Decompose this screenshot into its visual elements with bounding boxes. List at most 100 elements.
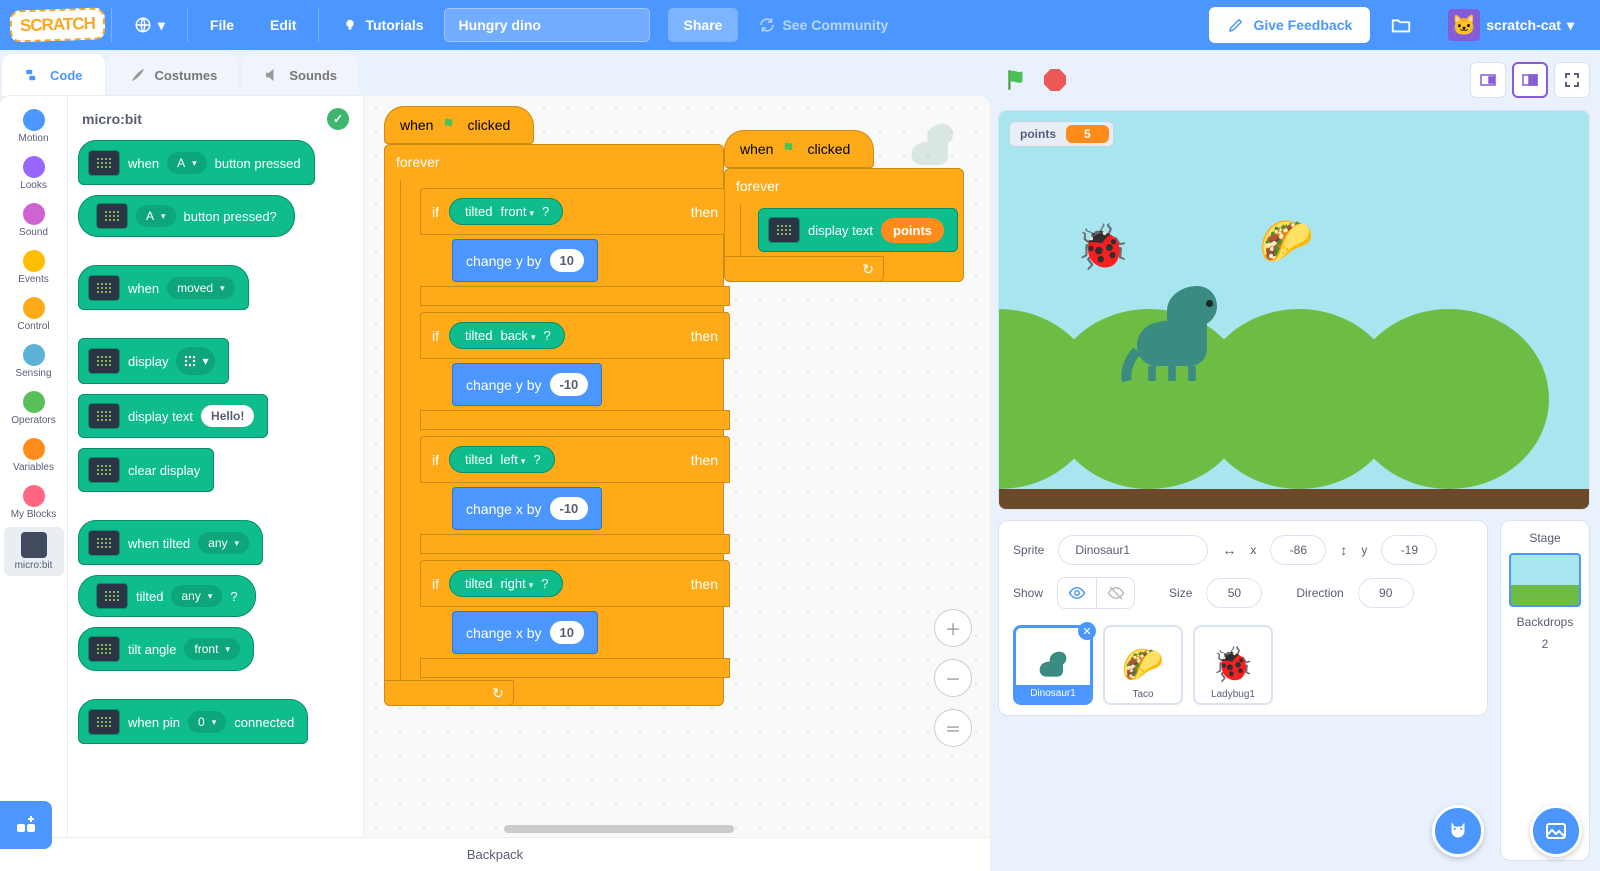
category-events[interactable]: Events — [4, 245, 64, 290]
sprite-tile-dinosaur[interactable]: ✕ Dinosaur1 — [1013, 625, 1093, 705]
sprite-tile-taco[interactable]: 🌮Taco — [1103, 625, 1183, 705]
block-change-y-by[interactable]: change y by10 — [452, 239, 598, 282]
workspace-scrollbar[interactable] — [504, 825, 734, 833]
block-forever[interactable]: forever display text points ↻ — [724, 168, 964, 282]
block-button-pressed-bool[interactable]: Abutton pressed? — [78, 195, 295, 237]
zoom-in-button[interactable]: ＋ — [934, 609, 972, 647]
ladybug-icon: 🐞 — [1212, 645, 1254, 685]
category-looks[interactable]: Looks — [4, 151, 64, 196]
add-extension-button[interactable] — [0, 801, 52, 849]
green-flag-button[interactable] — [1004, 67, 1030, 93]
block-tilt-angle[interactable]: tilt anglefront — [78, 627, 254, 671]
chevron-down-icon: ▾ — [158, 17, 165, 34]
block-if-back[interactable]: if tiltedback? then — [420, 312, 730, 359]
editor-tabs: Code Costumes Sounds — [0, 50, 990, 96]
sprite-x-input[interactable]: -86 — [1270, 535, 1326, 565]
file-menu[interactable]: File — [194, 17, 250, 33]
block-if-front[interactable]: if tiltedfront? then — [420, 188, 730, 235]
sprite-taco[interactable]: 🌮 — [1259, 215, 1314, 267]
block-change-y-by[interactable]: change y by-10 — [452, 363, 602, 406]
block-if-left[interactable]: if tiltedleft? then — [420, 436, 730, 483]
add-sprite-button[interactable] — [1432, 805, 1484, 857]
block-when-flag-clicked[interactable]: when clicked — [724, 130, 874, 168]
block-display-text[interactable]: display textHello! — [78, 394, 268, 438]
x-arrows-icon: ↔ — [1222, 542, 1236, 558]
microbit-icon — [768, 217, 800, 243]
lightbulb-icon — [341, 16, 359, 34]
tab-code[interactable]: Code — [2, 54, 105, 96]
hide-sprite-button[interactable] — [1096, 578, 1134, 608]
block-when-tilted[interactable]: when tiltedany — [78, 520, 263, 565]
show-sprite-button[interactable] — [1058, 578, 1096, 608]
block-when-moved[interactable]: whenmoved — [78, 265, 249, 310]
project-title-input[interactable] — [444, 8, 650, 42]
delete-sprite-button[interactable]: ✕ — [1078, 622, 1096, 640]
category-sound[interactable]: Sound — [4, 198, 64, 243]
stage-size-large-button[interactable] — [1512, 62, 1548, 98]
block-when-button-pressed[interactable]: whenAbutton pressed — [78, 140, 315, 185]
sprite-dinosaur[interactable] — [1117, 271, 1237, 391]
stage-thumbnail[interactable] — [1509, 553, 1581, 607]
script-stack-1[interactable]: when clicked forever if tiltedfront? the… — [384, 106, 724, 706]
category-microbit[interactable]: micro:bit — [4, 527, 64, 576]
microbit-icon — [88, 709, 120, 735]
block-display[interactable]: display ▾ — [78, 338, 229, 384]
tab-sounds[interactable]: Sounds — [241, 54, 359, 96]
block-when-pin-connected[interactable]: when pin0connected — [78, 699, 308, 744]
share-button[interactable]: Share — [668, 8, 739, 42]
microbit-icon — [88, 403, 120, 429]
give-feedback-button[interactable]: Give Feedback — [1209, 7, 1370, 43]
block-change-x-by[interactable]: change x by-10 — [452, 487, 602, 530]
connection-status-icon[interactable]: ✓ — [327, 108, 349, 130]
sprite-tile-ladybug[interactable]: 🐞Ladybug1 — [1193, 625, 1273, 705]
workspace-zoom-controls: ＋ － ＝ — [934, 609, 972, 747]
fullscreen-button[interactable] — [1554, 62, 1590, 98]
sprite-y-input[interactable]: -19 — [1381, 535, 1437, 565]
sprite-size-input[interactable]: 50 — [1206, 578, 1262, 608]
sprite-list: ✕ Dinosaur1 🌮Taco 🐞Ladybug1 — [1013, 625, 1473, 705]
category-sensing[interactable]: Sensing — [4, 339, 64, 384]
backpack-toggle[interactable]: Backpack — [0, 837, 990, 871]
scratch-logo[interactable]: SCRATCH — [9, 7, 105, 42]
block-tilted-bool[interactable]: tiltedany? — [78, 575, 256, 617]
pencil-icon — [1227, 16, 1245, 34]
code-workspace[interactable]: when clicked forever if tiltedfront? the… — [364, 96, 990, 837]
category-motion[interactable]: Motion — [4, 104, 64, 149]
account-menu[interactable]: 🐱 scratch-cat ▾ — [1432, 9, 1590, 41]
block-palette[interactable]: micro:bit ✓ whenAbutton pressed Abutton … — [68, 96, 364, 837]
stage-variable-monitor[interactable]: points 5 — [1009, 121, 1114, 147]
extension-icon — [14, 813, 38, 837]
block-when-flag-clicked[interactable]: when clicked — [384, 106, 534, 144]
tab-costumes[interactable]: Costumes — [107, 54, 240, 96]
category-myblocks[interactable]: My Blocks — [4, 480, 64, 525]
see-community-button[interactable]: See Community — [742, 16, 904, 34]
zoom-reset-button[interactable]: ＝ — [934, 709, 972, 747]
stage[interactable]: points 5 🌮 🐞 — [998, 110, 1590, 510]
language-menu[interactable]: ▾ — [118, 16, 181, 34]
block-display-text-points[interactable]: display text points — [758, 208, 958, 252]
block-category-list: Motion Looks Sound Events Control Sensin… — [0, 96, 68, 837]
zoom-out-button[interactable]: － — [934, 659, 972, 697]
mystuff-button[interactable] — [1374, 14, 1428, 36]
green-flag-icon — [781, 140, 799, 158]
sprite-direction-input[interactable]: 90 — [1358, 578, 1414, 608]
block-change-x-by[interactable]: change x by10 — [452, 611, 598, 654]
chevron-down-icon: ▾ — [1567, 17, 1574, 34]
edit-menu[interactable]: Edit — [254, 17, 312, 33]
sprite-name-input[interactable]: Dinosaur1 — [1058, 535, 1208, 565]
category-operators[interactable]: Operators — [4, 386, 64, 431]
stage-size-small-button[interactable] — [1470, 62, 1506, 98]
variable-points[interactable]: points — [881, 218, 944, 243]
script-stack-2[interactable]: when clicked forever display text points — [724, 130, 964, 282]
code-icon — [24, 66, 42, 84]
block-clear-display[interactable]: clear display — [78, 448, 214, 492]
add-backdrop-button[interactable] — [1530, 805, 1582, 857]
sprite-ladybug[interactable]: 🐞 — [1075, 221, 1130, 273]
tutorials-button[interactable]: Tutorials — [325, 16, 439, 34]
category-control[interactable]: Control — [4, 292, 64, 337]
block-if-right[interactable]: if tiltedright? then — [420, 560, 730, 607]
stop-button[interactable] — [1044, 69, 1066, 91]
category-variables[interactable]: Variables — [4, 433, 64, 478]
block-forever[interactable]: forever if tiltedfront? then change y by… — [384, 144, 724, 706]
microbit-icon — [88, 150, 120, 176]
